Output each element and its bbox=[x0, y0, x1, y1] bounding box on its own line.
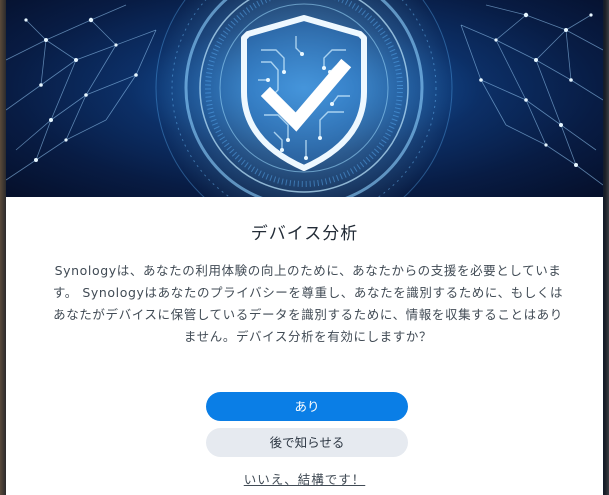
remind-later-button[interactable]: 後で知らせる bbox=[206, 428, 408, 457]
dialog-content: デバイス分析 Synologyは、あなたの利用体験の向上のために、あなたからの支… bbox=[6, 197, 603, 495]
no-thanks-link[interactable]: いいえ、結構です！ bbox=[6, 469, 603, 488]
hero-banner bbox=[6, 0, 603, 197]
shield-check-icon bbox=[241, 15, 367, 171]
dialog-body-text: Synologyは、あなたの利用体験の向上のために、あなたからの支援を必要として… bbox=[52, 263, 564, 344]
device-analytics-dialog: デバイス分析 Synologyは、あなたの利用体験の向上のために、あなたからの支… bbox=[6, 0, 603, 495]
yes-button[interactable]: あり bbox=[206, 392, 408, 421]
dialog-title: デバイス分析 bbox=[250, 224, 359, 244]
